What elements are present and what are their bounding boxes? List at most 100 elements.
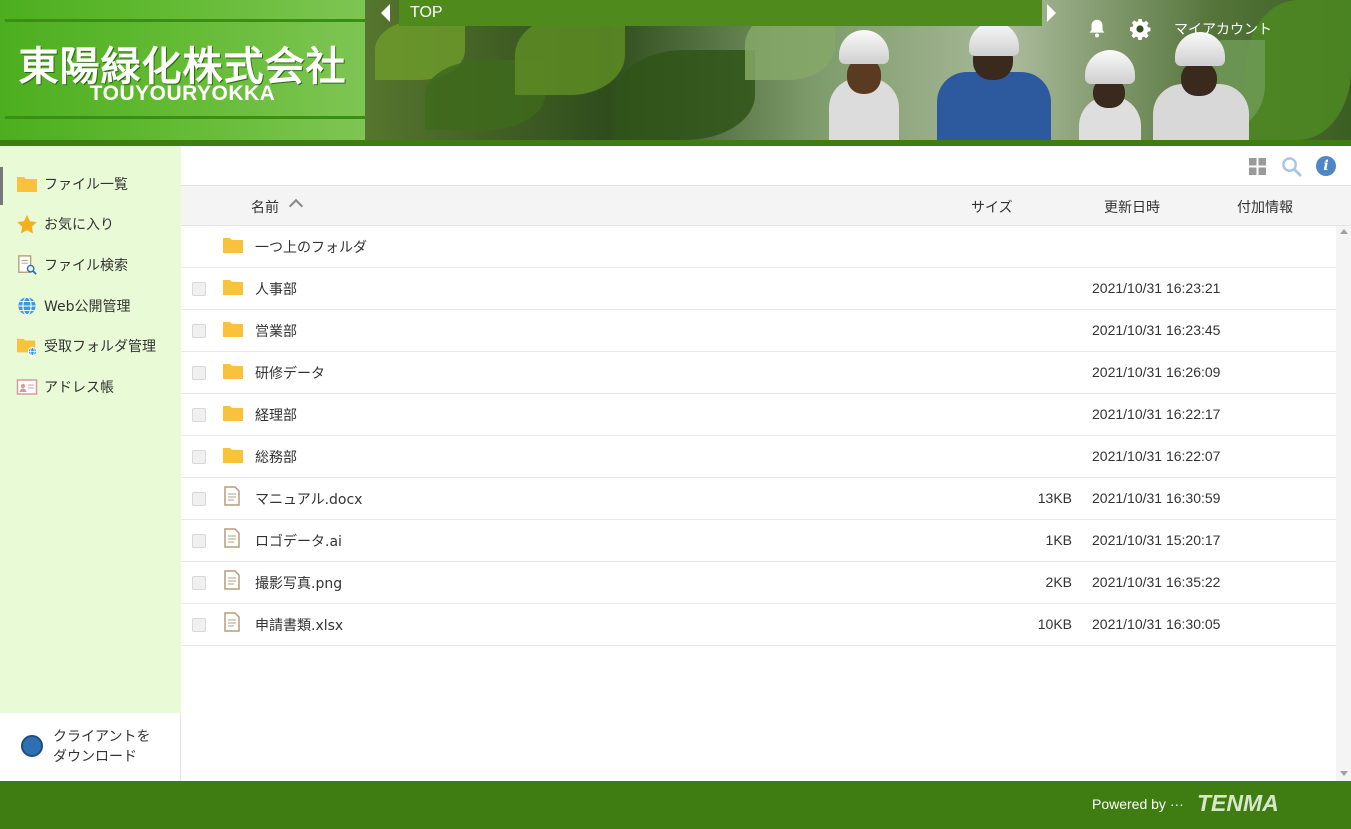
- file-name[interactable]: 人事部: [255, 279, 297, 299]
- powered-by-text: Powered by ···: [1092, 796, 1184, 812]
- file-size: 13KB: [1037, 490, 1072, 506]
- sidebar-item-receive-folder[interactable]: 受取フォルダ管理: [0, 328, 181, 364]
- breadcrumb-prev-arrow[interactable]: [381, 4, 390, 22]
- breadcrumb-next-arrow[interactable]: [1047, 4, 1056, 22]
- table-header: 名前 サイズ 更新日時 付加情報: [181, 186, 1351, 226]
- column-info-header[interactable]: 付加情報: [1237, 197, 1293, 217]
- file-name[interactable]: 総務部: [255, 447, 297, 467]
- worker: [827, 30, 902, 140]
- sidebar-item-file-search[interactable]: ファイル検索: [0, 247, 181, 283]
- file-list: 一つ上のフォルダ 人事部 2021/10/31 16:23:21 営業部 202…: [181, 226, 1336, 781]
- column-size-header[interactable]: サイズ: [971, 197, 1013, 217]
- worker: [1153, 32, 1249, 140]
- logo-stripe: [5, 19, 365, 22]
- file-name[interactable]: ロゴデータ.ai: [255, 531, 342, 551]
- table-row[interactable]: 研修データ 2021/10/31 16:26:09: [181, 352, 1336, 394]
- download-line-2: ダウンロード: [53, 749, 137, 765]
- folder-icon: [223, 280, 243, 295]
- footer: Powered by ··· TENMA: [0, 781, 1351, 829]
- scroll-up-arrow[interactable]: [1340, 229, 1348, 234]
- file-search-icon: [18, 255, 37, 275]
- file-size: 2KB: [1045, 574, 1072, 590]
- document-icon: [224, 486, 240, 506]
- file-updated: 2021/10/31 16:30:05: [1092, 616, 1221, 632]
- row-checkbox[interactable]: [192, 324, 206, 338]
- parent-folder-label: 一つ上のフォルダ: [255, 240, 367, 256]
- grid-view-icon[interactable]: [1249, 158, 1266, 175]
- file-size: 10KB: [1037, 616, 1072, 632]
- globe-icon: [18, 296, 36, 316]
- folder-icon: [223, 364, 243, 379]
- column-name-header[interactable]: 名前: [251, 197, 279, 217]
- client-download-label: クライアントを ダウンロード: [53, 727, 150, 767]
- breadcrumb-top[interactable]: TOP: [410, 4, 443, 22]
- leaf: [515, 15, 625, 95]
- row-checkbox[interactable]: [192, 366, 206, 380]
- table-row[interactable]: 経理部 2021/10/31 16:22:17: [181, 394, 1336, 436]
- file-name[interactable]: 撮影写真.png: [255, 573, 342, 593]
- table-row[interactable]: 申請書類.xlsx 10KB 2021/10/31 16:30:05: [181, 604, 1336, 646]
- column-updated-header[interactable]: 更新日時: [1104, 197, 1160, 217]
- my-account-link[interactable]: マイアカウント: [1174, 19, 1272, 39]
- logo-stripe: [5, 116, 365, 119]
- file-updated: 2021/10/31 16:22:17: [1092, 406, 1221, 422]
- row-checkbox[interactable]: [192, 282, 206, 296]
- file-name[interactable]: 申請書類.xlsx: [255, 615, 343, 635]
- star-icon: [17, 215, 37, 234]
- document-icon: [224, 612, 240, 632]
- file-size: 1KB: [1045, 532, 1072, 548]
- tenma-logo[interactable]: TENMA: [1197, 790, 1279, 817]
- sidebar-item-address-book[interactable]: アドレス帳: [0, 369, 181, 405]
- vertical-scrollbar[interactable]: [1336, 226, 1351, 781]
- table-row[interactable]: 総務部 2021/10/31 16:22:07: [181, 436, 1336, 478]
- file-updated: 2021/10/31 16:23:45: [1092, 322, 1221, 338]
- document-icon: [224, 528, 240, 548]
- row-checkbox[interactable]: [192, 534, 206, 548]
- sidebar-item-label: ファイル一覧: [44, 177, 128, 193]
- company-logo[interactable]: 東陽緑化株式会社 TOUYOURYOKKA: [0, 0, 365, 140]
- download-globe-icon: [21, 735, 43, 757]
- breadcrumb[interactable]: TOP: [399, 0, 1042, 26]
- file-updated: 2021/10/31 16:26:09: [1092, 364, 1221, 380]
- table-row[interactable]: 撮影写真.png 2KB 2021/10/31 16:35:22: [181, 562, 1336, 604]
- file-updated: 2021/10/31 16:35:22: [1092, 574, 1221, 590]
- sidebar-item-label: アドレス帳: [44, 380, 114, 396]
- file-updated: 2021/10/31 16:23:21: [1092, 280, 1221, 296]
- row-checkbox[interactable]: [192, 618, 206, 632]
- file-name[interactable]: 経理部: [255, 405, 297, 425]
- sidebar-item-label: ファイル検索: [44, 258, 128, 274]
- client-download-button[interactable]: クライアントを ダウンロード: [0, 713, 181, 781]
- sidebar-item-label: Web公開管理: [44, 299, 131, 315]
- folder-icon: [223, 238, 243, 253]
- row-checkbox[interactable]: [192, 450, 206, 464]
- folder-icon: [223, 322, 243, 337]
- table-row[interactable]: マニュアル.docx 13KB 2021/10/31 16:30:59: [181, 478, 1336, 520]
- notification-bell-icon[interactable]: [1086, 17, 1108, 39]
- table-row[interactable]: 営業部 2021/10/31 16:23:45: [181, 310, 1336, 352]
- table-row[interactable]: 人事部 2021/10/31 16:23:21: [181, 268, 1336, 310]
- row-checkbox[interactable]: [192, 492, 206, 506]
- scroll-down-arrow[interactable]: [1340, 771, 1348, 776]
- search-icon[interactable]: [1281, 156, 1302, 177]
- leaf: [615, 50, 755, 140]
- sidebar-item-favorites[interactable]: お気に入り: [0, 206, 181, 242]
- download-line-1: クライアントを: [53, 729, 151, 745]
- parent-folder-row[interactable]: 一つ上のフォルダ: [181, 226, 1336, 268]
- sidebar: ファイル一覧 お気に入り ファイル検索 Web公開管理 受取フォルダ管理 アドレ…: [0, 146, 181, 713]
- settings-gear-icon[interactable]: [1128, 17, 1152, 41]
- row-checkbox[interactable]: [192, 576, 206, 590]
- file-updated: 2021/10/31 16:30:59: [1092, 490, 1221, 506]
- folder-icon: [17, 177, 37, 192]
- file-updated: 2021/10/31 15:20:17: [1092, 532, 1221, 548]
- sidebar-item-label: 受取フォルダ管理: [44, 339, 156, 355]
- info-icon[interactable]: i: [1316, 156, 1336, 176]
- file-name[interactable]: 営業部: [255, 321, 297, 341]
- file-name[interactable]: 研修データ: [255, 363, 325, 383]
- folder-icon: [223, 448, 243, 463]
- row-checkbox[interactable]: [192, 408, 206, 422]
- sidebar-item-web-publish[interactable]: Web公開管理: [0, 288, 181, 324]
- table-row[interactable]: ロゴデータ.ai 1KB 2021/10/31 15:20:17: [181, 520, 1336, 562]
- file-name[interactable]: マニュアル.docx: [255, 489, 362, 509]
- company-name-en: TOUYOURYOKKA: [89, 82, 276, 105]
- sidebar-item-file-list[interactable]: ファイル一覧: [0, 166, 181, 205]
